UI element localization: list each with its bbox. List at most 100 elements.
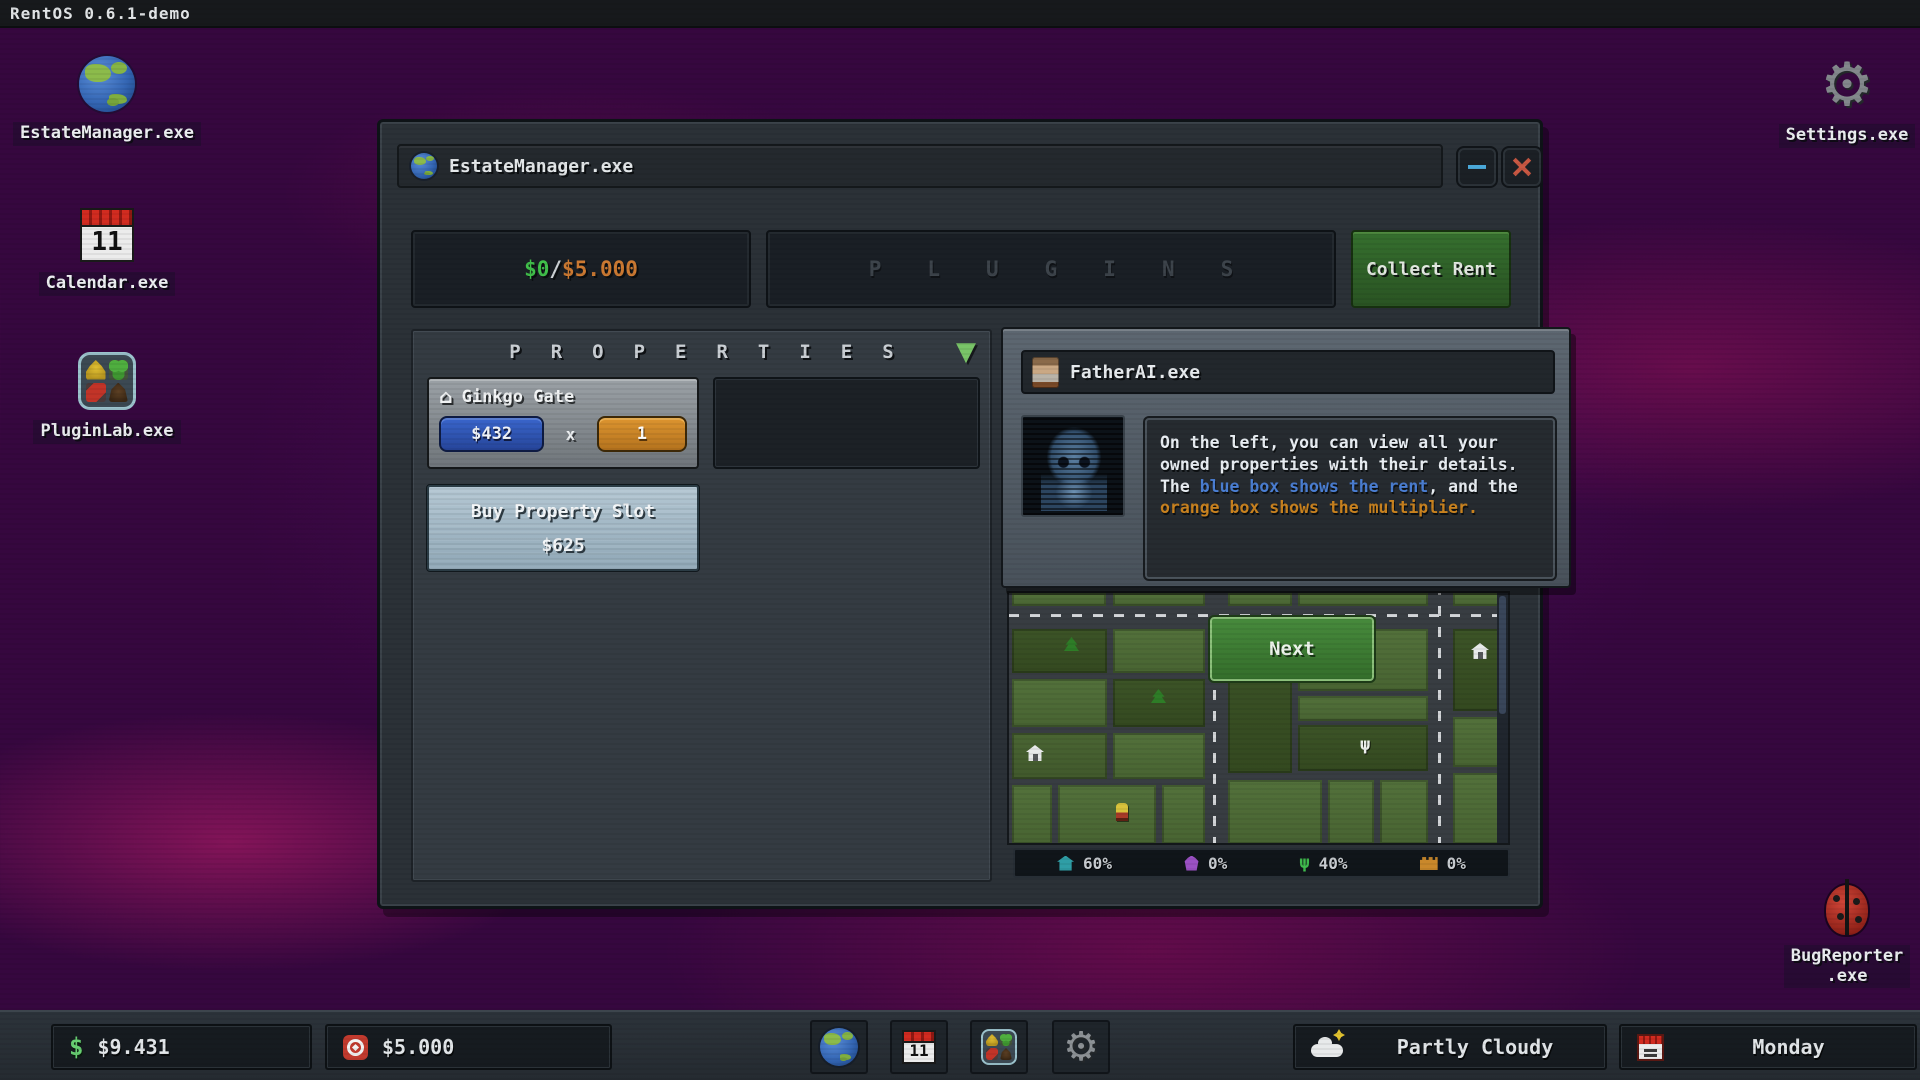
map-parcel[interactable]	[1012, 785, 1052, 844]
plugin-quadrant	[109, 383, 129, 403]
properties-panel: PROPERTIES ▼ ⌂ Ginkgo Gate $432 x 1 Buy …	[411, 329, 992, 882]
map-parcel[interactable]	[1113, 679, 1205, 727]
fatherai-portrait	[1021, 415, 1125, 517]
stat-value: 0%	[1208, 854, 1227, 873]
taskbar-app-calendar[interactable]: 11	[890, 1020, 948, 1074]
weather-widget[interactable]: Partly Cloudy	[1293, 1024, 1607, 1070]
map-parcel[interactable]	[1380, 780, 1428, 844]
taskbar-app-estatemanager[interactable]	[810, 1020, 868, 1074]
minimize-button[interactable]	[1458, 148, 1496, 186]
stat-commercial: 0%	[1184, 854, 1227, 873]
map-parcel[interactable]	[1328, 780, 1374, 844]
house-icon	[1026, 745, 1044, 761]
desktop-icon-settings[interactable]: ⚙ Settings.exe	[1752, 56, 1920, 148]
stat-industrial: 0%	[1420, 854, 1466, 873]
collect-rent-button[interactable]: Collect Rent	[1351, 230, 1511, 308]
stat-nature: ψ 40%	[1299, 854, 1347, 873]
next-button[interactable]: Next	[1210, 617, 1374, 681]
properties-title: PROPERTIES	[413, 341, 990, 363]
date-widget[interactable]: Monday	[1619, 1024, 1917, 1070]
plugin-grid-icon	[981, 1029, 1017, 1065]
gear-icon: ⚙	[1063, 1027, 1099, 1067]
desktop-icon-label: Settings.exe	[1779, 124, 1916, 148]
desktop-icon-pluginlab[interactable]: PluginLab.exe	[12, 352, 202, 444]
plugin-quadrant	[986, 1034, 998, 1046]
close-icon	[1512, 157, 1532, 177]
target-icon	[343, 1035, 368, 1060]
rent-value-button[interactable]: $432	[439, 416, 544, 452]
dialog-title: FatherAI.exe	[1070, 362, 1200, 383]
map-parcel[interactable]	[1298, 696, 1428, 721]
map-parcel[interactable]	[1228, 593, 1292, 606]
house-icon	[1057, 856, 1074, 871]
stat-value: 60%	[1083, 854, 1112, 873]
os-title-bar: RentOS 0.6.1-demo	[0, 0, 1920, 28]
buy-slot-label: Buy Property Slot	[471, 501, 655, 522]
partly-cloudy-icon	[1311, 1037, 1347, 1057]
desktop-icon-label: PluginLab.exe	[33, 420, 180, 444]
map-parcel[interactable]	[1058, 785, 1156, 844]
plugins-label: PLUGINS	[823, 257, 1280, 281]
stat-value: 40%	[1319, 854, 1348, 873]
dialog-text: On the left, you can view all your owned…	[1145, 418, 1555, 579]
stat-value: 0%	[1447, 854, 1466, 873]
fatherai-avatar-icon	[1032, 357, 1059, 388]
minimize-icon	[1468, 165, 1486, 169]
goal-target-value: $5.000	[562, 257, 638, 281]
desktop-icon-bugreporter[interactable]: BugReporter .exe	[1752, 885, 1920, 988]
goal-current-value: $0	[524, 257, 549, 281]
multiplier-value-button[interactable]: 1	[597, 416, 687, 452]
map-scrollbar[interactable]	[1497, 593, 1508, 845]
shop-icon	[1184, 856, 1199, 871]
window-title-bar[interactable]: EstateManager.exe	[397, 144, 1443, 188]
villager-icon	[1116, 803, 1128, 821]
buy-property-slot-button[interactable]: Buy Property Slot $625	[427, 485, 699, 571]
city-map[interactable]: ψ Next	[1007, 591, 1510, 845]
road-marking	[1438, 593, 1441, 845]
desktop-icon-estatemanager[interactable]: EstateManager.exe	[12, 56, 202, 146]
tree-icon	[1064, 637, 1079, 651]
property-card-ginkgo-gate[interactable]: ⌂ Ginkgo Gate $432 x 1	[427, 377, 699, 469]
map-parcel[interactable]	[1113, 733, 1205, 779]
plugin-quadrant	[986, 1048, 998, 1060]
multiply-sign: x	[544, 425, 597, 444]
map-parcel[interactable]	[1162, 785, 1205, 844]
stat-residential: 60%	[1057, 854, 1112, 873]
taskbar-app-settings[interactable]: ⚙	[1052, 1020, 1110, 1074]
map-parcel[interactable]	[1012, 629, 1107, 673]
map-parcel[interactable]	[1012, 679, 1107, 727]
house-icon	[1471, 643, 1489, 659]
map-parcel[interactable]	[1012, 733, 1107, 779]
dialog-title-bar[interactable]: FatherAI.exe	[1021, 350, 1555, 394]
goal-separator: /	[549, 257, 562, 281]
plugin-quadrant	[1000, 1048, 1012, 1060]
plugin-quadrant	[86, 383, 106, 403]
map-parcel[interactable]	[1113, 593, 1205, 606]
map-parcel[interactable]	[1113, 629, 1205, 673]
fatherai-dialog: FatherAI.exe On the left, you can view a…	[1001, 327, 1571, 588]
map-parcel[interactable]	[1298, 593, 1428, 606]
goal-widget[interactable]: $5.000	[325, 1024, 612, 1070]
empty-property-slot	[713, 377, 980, 469]
plugin-quadrant	[86, 360, 106, 380]
plugins-panel-button[interactable]: PLUGINS	[766, 230, 1336, 308]
money-widget[interactable]: $ $9.431	[51, 1024, 312, 1070]
desktop-icon-calendar[interactable]: 11 Calendar.exe	[12, 208, 202, 296]
plant-icon: ψ	[1360, 737, 1370, 754]
map-parcel[interactable]: ψ	[1298, 725, 1428, 771]
window-title: EstateManager.exe	[449, 156, 633, 177]
globe-icon	[79, 56, 135, 112]
taskbar-app-pluginlab[interactable]	[970, 1020, 1028, 1074]
map-parcel[interactable]	[1012, 593, 1106, 606]
map-parcel[interactable]	[1228, 780, 1322, 844]
money-value: $9.431	[97, 1035, 169, 1059]
gear-icon: ⚙	[1820, 56, 1874, 114]
filter-funnel-icon[interactable]: ▼	[956, 339, 976, 365]
house-icon: ⌂	[439, 388, 453, 407]
close-button[interactable]	[1503, 148, 1541, 186]
ladybug-icon	[1826, 885, 1868, 935]
buy-slot-price: $625	[541, 535, 584, 556]
os-version-label: RentOS 0.6.1-demo	[10, 4, 191, 23]
cloud-icon-shape	[1311, 1044, 1343, 1057]
plugin-quadrant	[109, 360, 129, 380]
